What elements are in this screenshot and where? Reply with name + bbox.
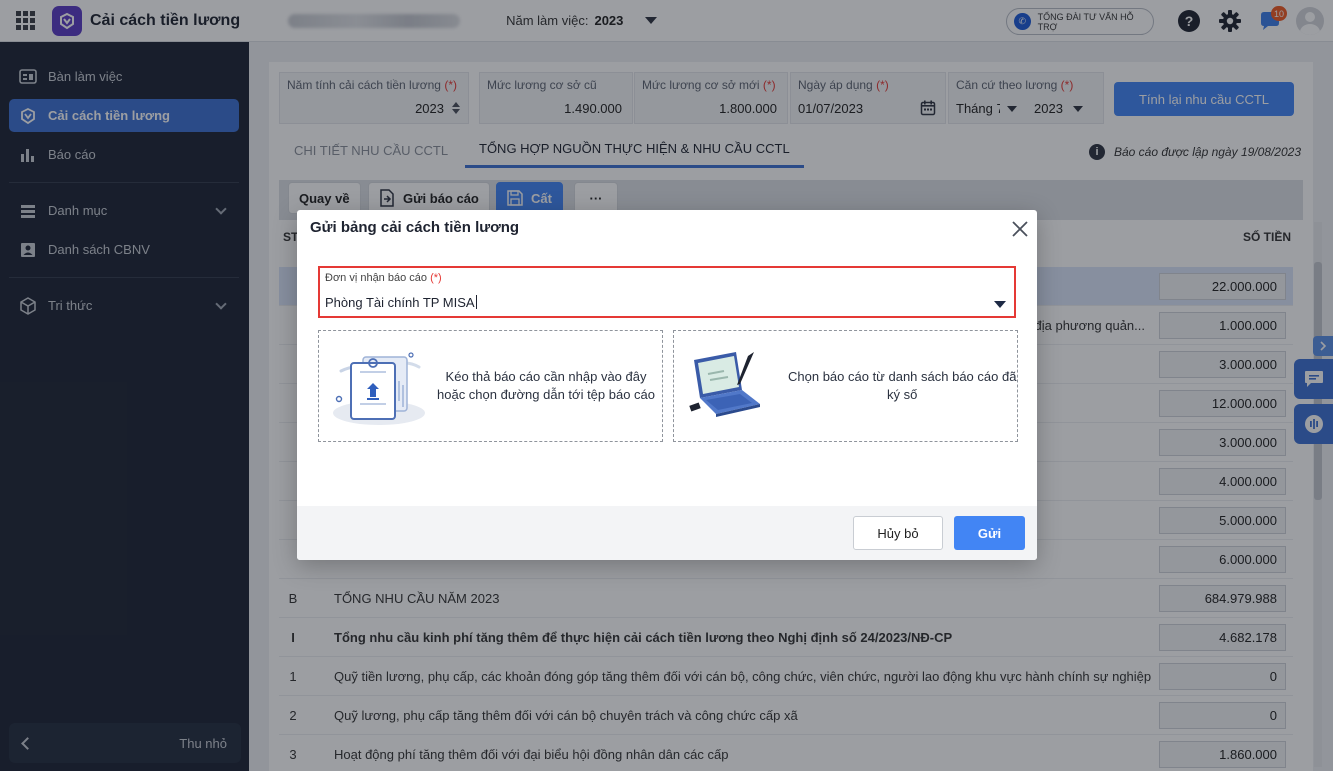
cancel-button[interactable]: Hủy bỏ [853, 516, 943, 550]
recipient-unit-label: Đơn vị nhận báo cáo [325, 272, 428, 284]
send-report-dialog: Gửi bảng cải cách tiền lương Đơn vị nhận… [297, 210, 1037, 560]
signed-report-line-2: ký số [887, 387, 918, 402]
upload-drop-line-1: Kéo thả báo cáo cần nhập vào đây [445, 369, 647, 384]
chevron-down-icon[interactable] [994, 301, 1006, 308]
required-mark: (*) [430, 272, 442, 284]
recipient-unit-select[interactable]: Đơn vị nhận báo cáo (*) Phòng Tài chính … [318, 266, 1016, 318]
laptop-illustration [689, 352, 760, 417]
dialog-title: Gửi bảng cải cách tiền lương [310, 219, 520, 236]
dialog-footer: Hủy bỏ Gửi [297, 506, 1037, 560]
upload-file-illustration [333, 352, 425, 425]
send-button[interactable]: Gửi [954, 516, 1025, 550]
upload-drop-zone[interactable]: Kéo thả báo cáo cần nhập vào đây hoặc ch… [318, 330, 663, 442]
upload-drop-line-2: hoặc chọn đường dẫn tới tệp báo cáo [437, 387, 656, 402]
signed-report-text: Chọn báo cáo từ danh sách báo cáo đã ký … [788, 368, 1016, 404]
recipient-unit-value[interactable]: Phòng Tài chính TP MISA [325, 295, 477, 310]
upload-drop-text: Kéo thả báo cáo cần nhập vào đây hoặc ch… [437, 368, 655, 404]
signed-report-picker[interactable]: Chọn báo cáo từ danh sách báo cáo đã ký … [673, 330, 1018, 442]
close-icon[interactable] [1011, 220, 1029, 238]
signed-report-line-1: Chọn báo cáo từ danh sách báo cáo đã [788, 369, 1017, 384]
